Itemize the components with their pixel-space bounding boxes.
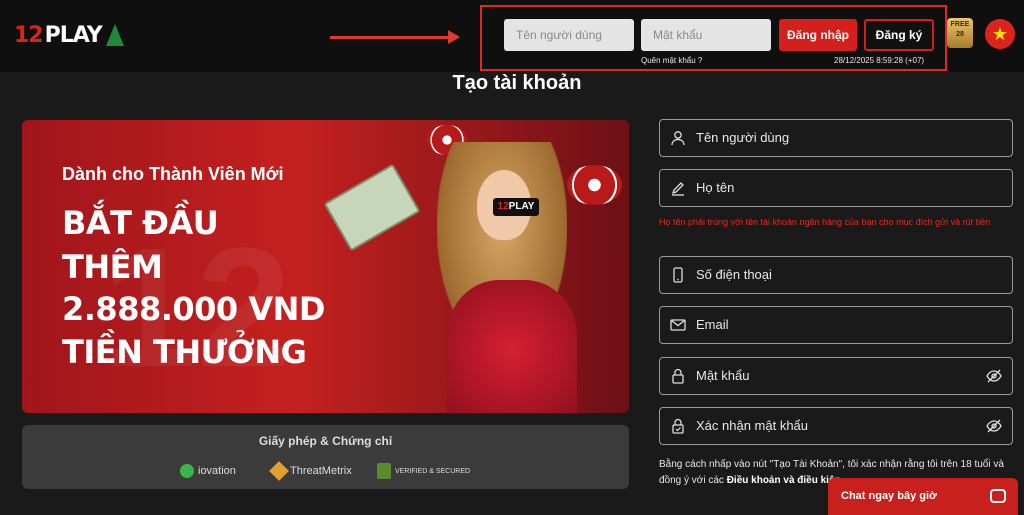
model-dress <box>447 280 577 413</box>
shield-check-icon <box>377 463 391 479</box>
iovation-icon <box>180 464 194 478</box>
free-badge-top: FREE <box>950 21 970 28</box>
lock-check-icon <box>672 418 684 434</box>
banner-subtitle: Dành cho Thành Viên Mới <box>62 164 284 184</box>
logo-text: PLAY <box>44 22 103 48</box>
promo-banner[interactable]: 12 Dành cho Thành Viên Mới BẮT ĐẦU THÊM … <box>22 120 629 413</box>
free-badge-bottom: 28 <box>956 31 964 38</box>
phone-icon <box>673 267 683 283</box>
banner-brand-tag: 12PLAY <box>493 198 539 216</box>
register-button[interactable]: Đăng ký <box>864 19 934 51</box>
signup-email-field[interactable]: Email <box>659 306 1013 344</box>
username-input[interactable]: Tên người dùng <box>504 19 634 51</box>
eye-off-icon[interactable] <box>986 418 1002 434</box>
chat-bubble-icon <box>990 489 1006 503</box>
chat-label: Chat ngay bây giờ <box>841 490 937 502</box>
signup-phone-field[interactable]: Số điện thoại <box>659 256 1013 294</box>
vietnam-flag-icon[interactable]: ★ <box>985 19 1015 49</box>
verified-secured-logo: VERIFIED & SECURED <box>377 461 470 481</box>
fullname-note: Họ tên phải trùng với tên tài khoản ngân… <box>659 217 991 227</box>
threatmetrix-icon <box>269 461 289 481</box>
forgot-password-link[interactable]: Quên mật khẩu ? <box>641 56 702 65</box>
fullname-placeholder: Họ tên <box>696 180 735 195</box>
signup-confirm-password-field[interactable]: Xác nhận mật khẩu <box>659 407 1013 445</box>
annotation-arrow <box>330 30 460 44</box>
threatmetrix-logo: ThreatMetrix <box>269 461 352 481</box>
iovation-logo: iovation <box>180 461 236 481</box>
confirm-password-placeholder: Xác nhận mật khẩu <box>696 418 809 433</box>
user-icon <box>671 131 685 146</box>
threatmetrix-label: ThreatMetrix <box>290 465 352 477</box>
terms-link[interactable]: Điều khoản và điều kiện <box>727 475 841 486</box>
phone-placeholder: Số điện thoại <box>696 267 772 282</box>
christmas-tree-icon <box>105 24 124 46</box>
cash-fan-image <box>323 163 421 252</box>
banner-line-1: BẮT ĐẦU <box>62 204 219 242</box>
live-chat-button[interactable]: Chat ngay bây giờ <box>828 478 1018 515</box>
eye-off-icon[interactable] <box>986 368 1002 384</box>
signup-password-field[interactable]: Mật khẩu <box>659 357 1013 395</box>
banner-line-4: TIỀN THƯỞNG <box>62 333 307 371</box>
datetime-display: 28/12/2025 8:59:28 (+07) <box>834 56 925 65</box>
license-panel: Giấy phép & Chứng chỉ iovation ThreatMet… <box>22 425 629 489</box>
logo-number: 12 <box>14 22 44 48</box>
username-placeholder: Tên người dùng <box>696 130 790 145</box>
model-image <box>422 130 597 413</box>
pencil-icon <box>671 182 684 196</box>
banner-line-2: THÊM <box>62 248 163 286</box>
license-title: Giấy phép & Chứng chỉ <box>258 434 393 448</box>
password-placeholder: Mật khẩu <box>696 368 750 383</box>
iovation-label: iovation <box>198 465 236 477</box>
lock-icon <box>672 368 684 384</box>
free-bonus-badge[interactable]: FREE 28 <box>947 18 973 48</box>
login-button[interactable]: Đăng nhập <box>779 19 857 51</box>
site-logo[interactable]: 12 PLAY <box>14 18 124 52</box>
verified-label: VERIFIED & SECURED <box>395 467 471 475</box>
password-input[interactable]: Mật khẩu <box>641 19 771 51</box>
email-placeholder: Email <box>696 317 729 332</box>
signup-username-field[interactable]: Tên người dùng <box>659 119 1013 157</box>
page-title: Tạo tài khoản <box>452 72 582 94</box>
brand-tag-num: 12 <box>497 201 509 212</box>
brand-tag-text: PLAY <box>508 201 535 212</box>
mail-icon <box>670 319 686 331</box>
signup-fullname-field[interactable]: Họ tên <box>659 169 1013 207</box>
banner-line-3: 2.888.000 VND <box>62 290 325 328</box>
